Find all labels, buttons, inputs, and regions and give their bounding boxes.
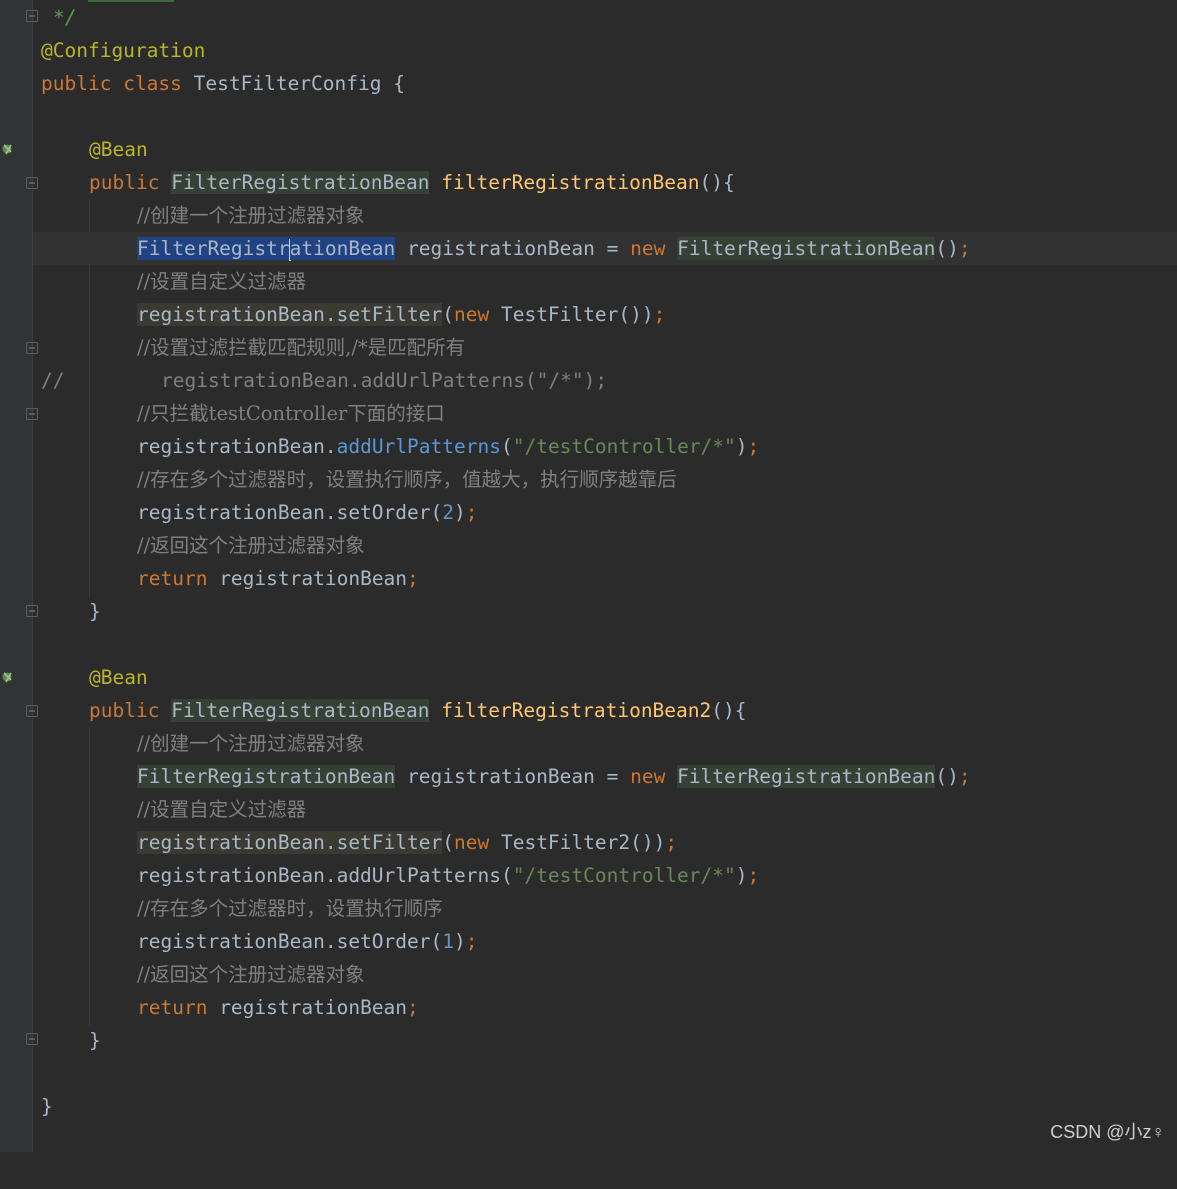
code-line: return registrationBean; [137, 567, 419, 590]
editor-gutter [0, 0, 33, 1152]
code-line: //只拦截testController下面的接口 [137, 402, 445, 425]
code-line: registrationBean.setOrder(1); [137, 930, 478, 953]
code-line: return registrationBean; [137, 996, 419, 1019]
code-line: //存在多个过滤器时，设置执行顺序，值越大，执行顺序越靠后 [137, 468, 677, 491]
current-code-line: FilterRegistrationBean registrationBean … [33, 232, 1177, 265]
code-line: @Configuration [41, 39, 206, 62]
watermark: CSDN @小z♀ [1050, 1122, 1165, 1142]
code-line: //设置过滤拦截匹配规则,/*是匹配所有 [137, 336, 466, 359]
code-line: @Bean [89, 138, 148, 161]
code-line: registrationBean.setFilter(new TestFilte… [137, 303, 666, 326]
code-line: } [89, 1029, 101, 1052]
code-line: registrationBean.addUrlPatterns("/testCo… [137, 864, 760, 887]
bean-run-icon[interactable] [2, 142, 16, 156]
code-line: registrationBean.setOrder(2); [137, 501, 478, 524]
code-line: //存在多个过滤器时，设置执行顺序 [137, 897, 443, 920]
code-line: public FilterRegistrationBean filterRegi… [89, 699, 747, 722]
code-line: public FilterRegistrationBean filterRegi… [89, 171, 735, 194]
code-line: //创建一个注册过滤器对象 [137, 732, 365, 755]
selected-text: ationBean [289, 237, 396, 260]
code-editor[interactable]: */ @Configuration public class TestFilte… [33, 0, 1177, 1152]
code-line: FilterRegistrationBean registrationBean … [137, 765, 971, 788]
code-line: } [41, 1095, 53, 1118]
code-line: */ [53, 6, 77, 29]
code-line: registrationBean.addUrlPatterns("/testCo… [137, 435, 760, 458]
code-line: //设置自定义过滤器 [137, 798, 307, 821]
commented-code-line: // registrationBean.addUrlPatterns("/*")… [41, 369, 608, 392]
code-line: //返回这个注册过滤器对象 [137, 534, 365, 557]
code-line: registrationBean.setFilter(new TestFilte… [137, 831, 678, 854]
code-line: //创建一个注册过滤器对象 [137, 204, 365, 227]
bean-run-icon[interactable] [2, 670, 16, 684]
code-line: public class TestFilterConfig { [41, 72, 405, 95]
code-line: @Bean [89, 666, 148, 689]
code-line: //设置自定义过滤器 [137, 270, 307, 293]
code-line: } [89, 600, 101, 623]
selected-text: FilterRegistr [137, 237, 290, 260]
code-line: //返回这个注册过滤器对象 [137, 963, 365, 986]
